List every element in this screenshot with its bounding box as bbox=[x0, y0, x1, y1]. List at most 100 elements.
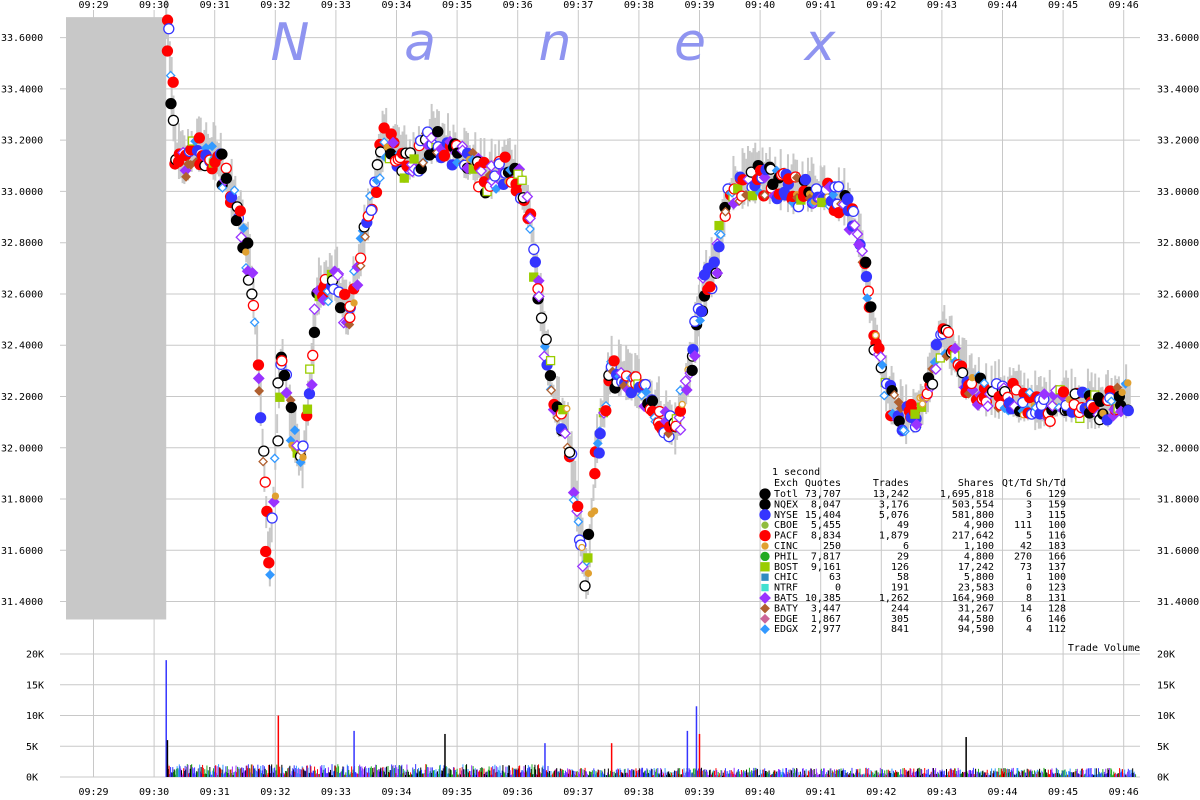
trade-marker bbox=[365, 204, 378, 216]
trade-marker bbox=[544, 369, 557, 382]
stats-exch: CINC bbox=[774, 541, 798, 552]
trade-marker bbox=[563, 446, 576, 458]
stats-qt-td: 1 bbox=[1026, 572, 1032, 583]
price-tick-left: 31.6000 bbox=[1, 546, 43, 557]
stats-sh-td: 166 bbox=[1048, 551, 1066, 562]
time-tick-top: 09:33 bbox=[321, 0, 351, 11]
trade-marker bbox=[832, 181, 845, 193]
trade-marker bbox=[302, 404, 313, 414]
watermark-letter: x bbox=[803, 13, 837, 73]
stats-quotes: 63 bbox=[829, 572, 841, 583]
stats-quotes: 8,047 bbox=[811, 499, 841, 510]
trade-marker bbox=[860, 270, 873, 283]
volume-tick-left: 5K bbox=[26, 742, 38, 753]
trade-marker bbox=[517, 175, 527, 185]
legend-marker bbox=[759, 509, 771, 521]
trade-marker bbox=[847, 205, 859, 218]
price-tick-left: 33.4000 bbox=[1, 84, 43, 95]
time-tick-bottom: 09:35 bbox=[442, 787, 472, 798]
trade-marker bbox=[247, 299, 260, 312]
stats-exch: NYSE bbox=[774, 510, 798, 521]
trade-marker bbox=[590, 507, 599, 515]
trade-marker bbox=[930, 339, 943, 351]
trade-marker bbox=[167, 114, 180, 127]
stats-sh-td: 116 bbox=[1048, 531, 1066, 542]
trade-marker bbox=[193, 132, 205, 144]
trade-marker bbox=[220, 162, 232, 174]
trade-marker bbox=[678, 400, 686, 409]
time-tick-top: 09:32 bbox=[260, 0, 290, 11]
time-tick-top: 09:29 bbox=[78, 0, 108, 11]
stats-shares: 4,800 bbox=[964, 551, 994, 562]
trade-marker bbox=[695, 305, 708, 318]
price-tick-left: 33.0000 bbox=[1, 187, 43, 198]
volume-tick-right: 20K bbox=[1157, 650, 1175, 661]
trade-marker bbox=[350, 299, 358, 307]
trade-marker bbox=[252, 359, 265, 371]
trade-marker bbox=[285, 401, 297, 414]
stats-exch: EDGE bbox=[774, 614, 798, 625]
stats-qt-td: 5 bbox=[1026, 531, 1032, 542]
legend-marker bbox=[760, 562, 770, 572]
legend-marker bbox=[761, 573, 769, 581]
trade-marker bbox=[942, 326, 955, 339]
stats-sh-td: 115 bbox=[1048, 510, 1066, 521]
stats-exch: CBOE bbox=[774, 520, 798, 531]
stats-sh-td: 137 bbox=[1048, 562, 1066, 573]
trade-marker bbox=[841, 193, 854, 206]
time-tick-bottom: 09:37 bbox=[563, 787, 593, 798]
stats-sh-td: 129 bbox=[1048, 489, 1066, 500]
legend-marker bbox=[761, 542, 769, 550]
stats-sh-td: 112 bbox=[1048, 624, 1066, 635]
stats-quotes: 8,834 bbox=[811, 531, 841, 542]
time-tick-bottom: 09:43 bbox=[927, 787, 957, 798]
stats-sh-td: 123 bbox=[1048, 583, 1066, 594]
time-tick-bottom: 09:34 bbox=[381, 787, 411, 798]
price-tick-left: 33.2000 bbox=[1, 136, 43, 147]
trade-marker bbox=[646, 395, 659, 407]
volume-tick-right: 0K bbox=[1157, 773, 1169, 784]
stats-shares: 503,554 bbox=[952, 499, 994, 510]
stats-trades: 49 bbox=[897, 520, 909, 531]
stats-shares: 44,580 bbox=[958, 614, 994, 625]
trade-marker bbox=[216, 148, 228, 160]
trade-marker bbox=[593, 447, 605, 459]
trade-marker bbox=[893, 415, 905, 427]
stats-shares: 1,695,818 bbox=[940, 489, 994, 500]
time-tick-bottom: 09:45 bbox=[1048, 787, 1078, 798]
stats-qt-td: 6 bbox=[1026, 614, 1032, 625]
price-tick-left: 31.4000 bbox=[1, 597, 43, 608]
stats-header: Trades bbox=[873, 478, 909, 489]
watermark-letter: n bbox=[539, 13, 572, 73]
trade-marker bbox=[266, 512, 278, 524]
stats-qt-td: 0 bbox=[1026, 583, 1032, 594]
price-tick-right: 31.4000 bbox=[1157, 597, 1199, 608]
pre-open-range bbox=[66, 17, 167, 620]
time-tick-top: 09:44 bbox=[987, 0, 1017, 11]
trade-marker bbox=[305, 364, 315, 374]
trade-marker bbox=[594, 428, 606, 440]
trade-marker bbox=[686, 364, 698, 377]
price-tick-right: 33.6000 bbox=[1157, 33, 1199, 44]
stats-quotes: 1,867 bbox=[811, 614, 841, 625]
price-tick-left: 32.8000 bbox=[1, 238, 43, 249]
stats-qt-td: 8 bbox=[1026, 593, 1032, 604]
stats-exch: EDGX bbox=[774, 624, 798, 635]
trade-marker bbox=[399, 173, 409, 183]
volume-tick-left: 10K bbox=[26, 711, 44, 722]
trade-marker bbox=[579, 580, 591, 592]
trade-marker bbox=[242, 237, 254, 249]
time-tick-top: 09:43 bbox=[927, 0, 957, 11]
trade-marker bbox=[271, 492, 280, 500]
stats-sh-td: 159 bbox=[1048, 499, 1066, 510]
time-tick-top: 09:39 bbox=[684, 0, 714, 11]
trade-marker bbox=[242, 248, 250, 256]
trade-marker bbox=[860, 256, 872, 268]
trade-marker bbox=[370, 186, 383, 199]
trade-marker bbox=[344, 311, 356, 324]
trade-marker bbox=[167, 76, 179, 88]
stats-shares: 4,900 bbox=[964, 520, 994, 531]
trade-marker bbox=[163, 23, 175, 35]
trade-marker bbox=[583, 553, 593, 563]
time-tick-top: 09:36 bbox=[503, 0, 533, 11]
